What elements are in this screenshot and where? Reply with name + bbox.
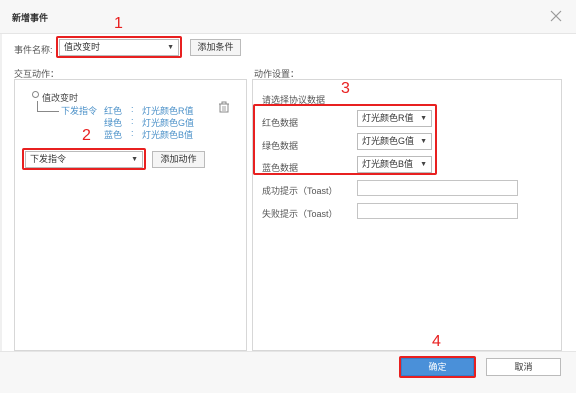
tree-node-icon	[32, 91, 39, 98]
close-icon[interactable]	[548, 8, 564, 24]
annotation-box-ok-button	[399, 356, 476, 378]
mapping-separator: :	[131, 128, 134, 138]
command-label[interactable]: 下发指令	[61, 104, 97, 117]
annotation-number: 4	[432, 333, 441, 350]
add-condition-button[interactable]: 添加条件	[190, 39, 241, 56]
annotation-number: 2	[82, 127, 91, 144]
dialog-title: 新增事件	[12, 13, 49, 23]
mapping-value: 灯光颜色B值	[142, 130, 194, 140]
title-bar: 新增事件	[0, 0, 576, 34]
event-name-label: 事件名称:	[14, 45, 53, 55]
new-event-dialog: 新增事件 事件名称: 值改变时 ▼ 添加条件 交互动作： 动作设置： 值改变时 …	[0, 0, 576, 393]
trash-icon[interactable]	[218, 101, 230, 113]
tree-connector	[37, 111, 59, 112]
tree-root-label: 值改变时	[42, 93, 79, 103]
tree-connector	[37, 101, 38, 111]
mapping-separator: :	[131, 104, 134, 114]
fail-toast-input[interactable]	[357, 203, 518, 219]
mapping-separator: :	[131, 116, 134, 126]
fail-toast-label: 失败提示（Toast）	[262, 209, 338, 219]
mapping-color: 蓝色	[104, 130, 123, 140]
success-toast-label: 成功提示（Toast）	[262, 186, 338, 196]
annotation-number: 3	[341, 80, 350, 97]
cancel-button[interactable]: 取消	[486, 358, 561, 376]
annotation-box-action-select	[22, 148, 146, 170]
annotation-number: 1	[114, 15, 123, 32]
annotation-box-event-select	[56, 36, 182, 58]
add-action-button[interactable]: 添加动作	[152, 151, 205, 168]
dialog-edge	[0, 0, 2, 393]
success-toast-input[interactable]	[357, 180, 518, 196]
annotation-box-data-fields	[253, 104, 437, 175]
